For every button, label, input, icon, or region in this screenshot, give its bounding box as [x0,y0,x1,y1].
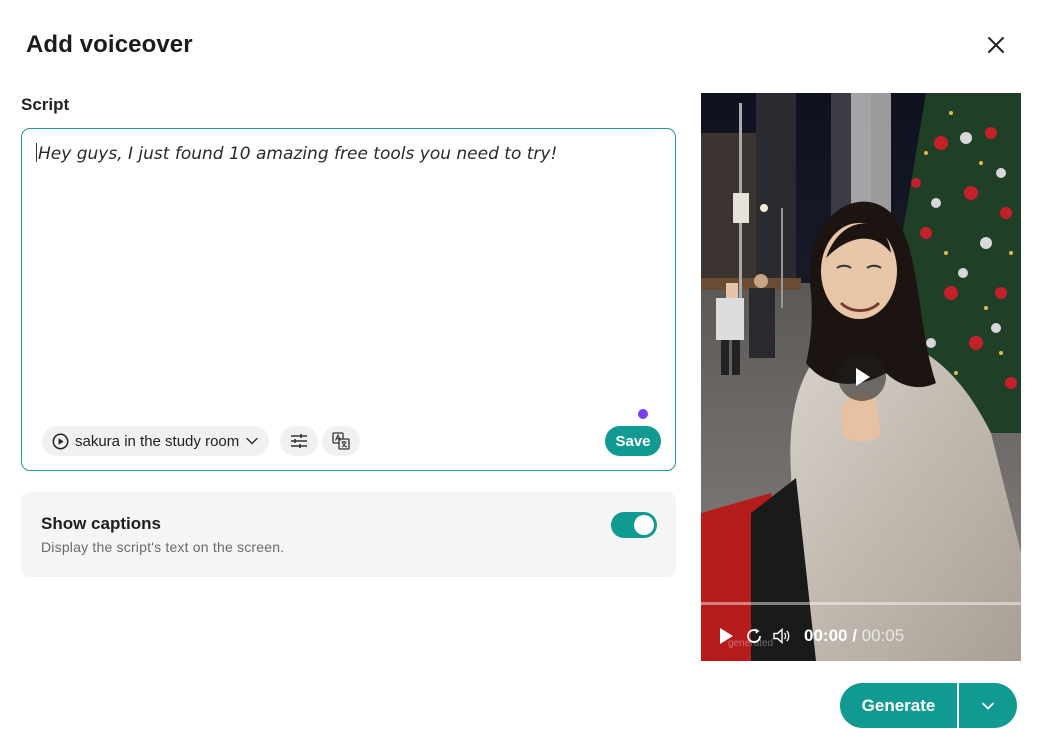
video-controls: 00:00 / 00:05 [716,624,904,648]
video-progress-bar[interactable] [701,602,1021,605]
duration: 00:05 [861,626,905,645]
generate-split-button: Generate [840,683,1017,728]
chevron-down-icon [982,702,994,710]
play-icon [856,368,870,386]
voice-selector[interactable]: sakura in the study room [42,426,270,456]
text-caret [36,143,37,162]
dialog-title: Add voiceover [26,31,193,58]
sliders-icon [291,434,307,448]
chevron-down-icon [246,437,258,445]
generate-button[interactable]: Generate [840,683,957,728]
time-separator: / [847,626,862,645]
script-textarea[interactable]: Hey guys, I just found 10 amazing free t… [36,143,656,164]
control-play-button[interactable] [716,625,736,647]
voice-name: sakura in the study room [75,432,240,450]
translate-icon [332,432,350,450]
close-icon [988,37,1004,53]
close-button[interactable] [982,31,1010,59]
current-time: 00:00 [804,626,848,645]
captions-setting: Show captions Display the script's text … [21,492,676,577]
script-editor[interactable]: Hey guys, I just found 10 amazing free t… [21,128,676,471]
captions-toggle[interactable] [611,512,657,538]
play-button[interactable] [838,353,886,401]
status-dot [638,409,648,419]
toggle-knob [634,515,654,535]
captions-title: Show captions [41,514,161,533]
script-text: Hey guys, I just found 10 amazing free t… [38,144,558,164]
replay-icon [747,628,761,643]
translate-button[interactable] [322,426,360,456]
video-preview[interactable]: generated 00:00 / 00:05 [701,93,1021,661]
replay-button[interactable] [744,625,764,647]
script-label: Script [21,95,70,114]
play-circle-icon [52,433,69,449]
save-button[interactable]: Save [605,426,661,456]
volume-icon [773,628,790,644]
generate-options-button[interactable] [959,683,1017,728]
voice-settings-button[interactable] [280,426,318,456]
video-time: 00:00 / 00:05 [804,626,904,646]
captions-description: Display the script's text on the screen. [41,539,285,555]
volume-button[interactable] [772,625,792,647]
play-icon [720,628,733,644]
